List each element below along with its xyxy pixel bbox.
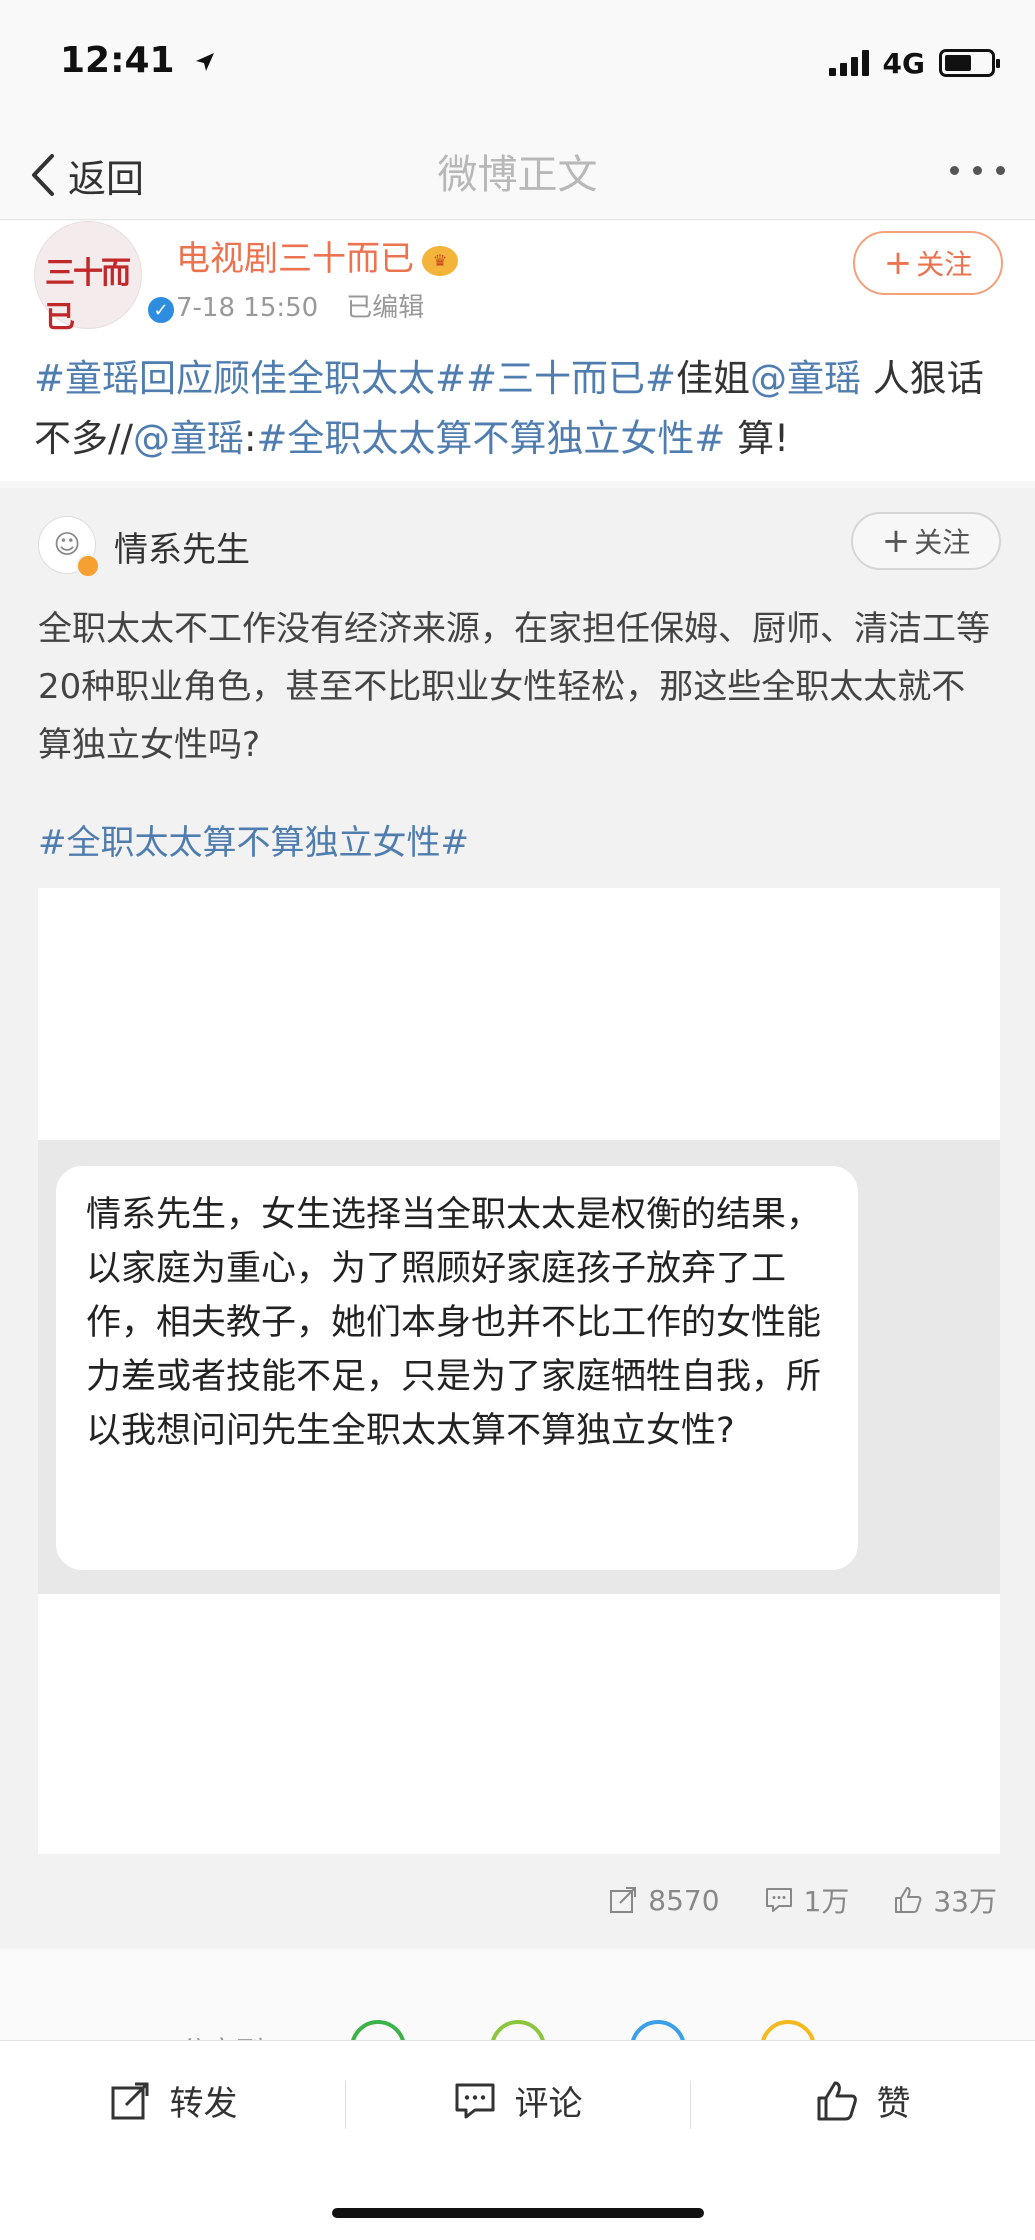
message-bubble: 情系先生，女生选择当全职太太是权衡的结果，以家庭为重心，为了照顾好家庭孩子放弃了… xyxy=(56,1166,858,1570)
location-arrow-icon xyxy=(196,53,215,71)
post-text-plain: 算! xyxy=(725,417,790,460)
follow-label: 关注 xyxy=(914,526,971,559)
edited-label: 已编辑 xyxy=(346,293,425,323)
status-bar: 12:41 4G xyxy=(0,0,1035,130)
comment-button[interactable]: 评论 xyxy=(345,2041,690,2160)
comment-count[interactable]: 1万 xyxy=(764,1880,849,1920)
verified-icon: ✓ xyxy=(145,294,177,326)
repost-label: 转发 xyxy=(169,2084,238,2124)
repost-count[interactable]: 8570 xyxy=(608,1880,720,1920)
comment-label: 评论 xyxy=(514,2084,583,2124)
repost-image[interactable]: 情系先生，女生选择当全职太太是权衡的结果，以家庭为重心，为了照顾好家庭孩子放弃了… xyxy=(38,888,1000,1854)
verified-icon xyxy=(76,554,100,578)
mention-link[interactable]: @童瑶 xyxy=(133,417,244,460)
thumbs-up-icon xyxy=(817,2081,857,2120)
mention-link[interactable]: @童瑶 xyxy=(750,357,861,400)
repost-stats: 8570 1万 33万 xyxy=(608,1880,997,1920)
comment-icon xyxy=(765,1888,792,1912)
nav-bar: 返回 微博正文 xyxy=(0,130,1035,220)
hashtag-link[interactable]: #全职太太算不算独立女性# xyxy=(256,417,725,460)
thumbs-up-icon xyxy=(895,1887,922,1913)
more-dot-icon xyxy=(950,166,959,175)
repost-icon xyxy=(610,1887,637,1913)
post-time: 7-18 15:50 xyxy=(176,293,319,323)
like-count[interactable]: 33万 xyxy=(893,1880,997,1920)
follow-button[interactable]: + 关注 xyxy=(853,231,1003,295)
member-badge-icon: ♛ xyxy=(422,245,458,276)
post-text-plain: : xyxy=(243,417,257,460)
follow-label: 关注 xyxy=(916,248,973,281)
status-time: 12:41 xyxy=(60,40,217,81)
repost-icon xyxy=(111,2082,148,2119)
like-button[interactable]: 赞 xyxy=(690,2041,1035,2160)
home-indicator[interactable] xyxy=(332,2208,704,2218)
network-type: 4G xyxy=(882,46,925,80)
post-meta: 7-18 15:50 已编辑 xyxy=(176,287,424,324)
repost-button[interactable]: 转发 xyxy=(0,2041,345,2160)
battery-icon xyxy=(939,49,1000,77)
more-dot-icon xyxy=(996,166,1005,175)
author-name[interactable]: 电视剧三十而已 ♛ xyxy=(176,231,458,280)
plus-icon: + xyxy=(881,521,911,561)
more-dot-icon xyxy=(973,166,982,175)
repost-text: 全职太太不工作没有经济来源，在家担任保姆、厨师、清洁工等20种职业角色，甚至不比… xyxy=(38,609,990,765)
page-title: 微博正文 xyxy=(437,152,598,198)
repost-author-name[interactable]: 情系先生 xyxy=(114,522,250,571)
post-text: #童瑶回应顾佳全职太太##三十而已#佳姐@童瑶 人狠话不多//@童瑶:#全职太太… xyxy=(34,349,1004,469)
status-indicators: 4G xyxy=(828,46,1000,80)
battery-level xyxy=(945,55,972,71)
like-label: 赞 xyxy=(876,2084,911,2124)
signal-icon xyxy=(828,50,869,76)
share-row: 分享到 xyxy=(0,1950,1035,2045)
bubble-text: 情系先生，女生选择当全职太太是权衡的结果，以家庭为重心，为了照顾好家庭孩子放弃了… xyxy=(86,1195,822,1451)
hashtag-link[interactable]: #全职太太算不算独立女性# xyxy=(38,814,469,872)
hashtag-link[interactable]: #童瑶回应顾佳全职太太# xyxy=(34,357,466,400)
repost-follow-button[interactable]: + 关注 xyxy=(851,512,1001,570)
post-text-plain: 佳姐 xyxy=(676,357,751,400)
action-bar: 转发 评论 赞 xyxy=(0,2040,1035,2160)
plus-icon: + xyxy=(883,243,913,283)
comment-icon xyxy=(455,2083,494,2118)
reposted-card[interactable]: ☺ 情系先生 + 关注 全职太太不工作没有经济来源，在家担任保姆、厨师、清洁工等2… xyxy=(0,488,1035,1948)
image-screenshot: 情系先生，女生选择当全职太太是权衡的结果，以家庭为重心，为了照顾好家庭孩子放弃了… xyxy=(38,1140,1000,1594)
avatar[interactable]: 三十而已 ✓ xyxy=(34,221,177,335)
post: 三十而已 ✓ 电视剧三十而已 ♛ 7-18 15:50 已编辑 + 关注 #童瑶回应顾… xyxy=(0,221,1035,481)
hashtag-link[interactable]: #三十而已# xyxy=(466,357,676,400)
avatar-logo: 三十而已 xyxy=(45,256,131,335)
home-indicator-area xyxy=(0,2160,1035,2240)
more-button[interactable] xyxy=(950,166,1005,175)
